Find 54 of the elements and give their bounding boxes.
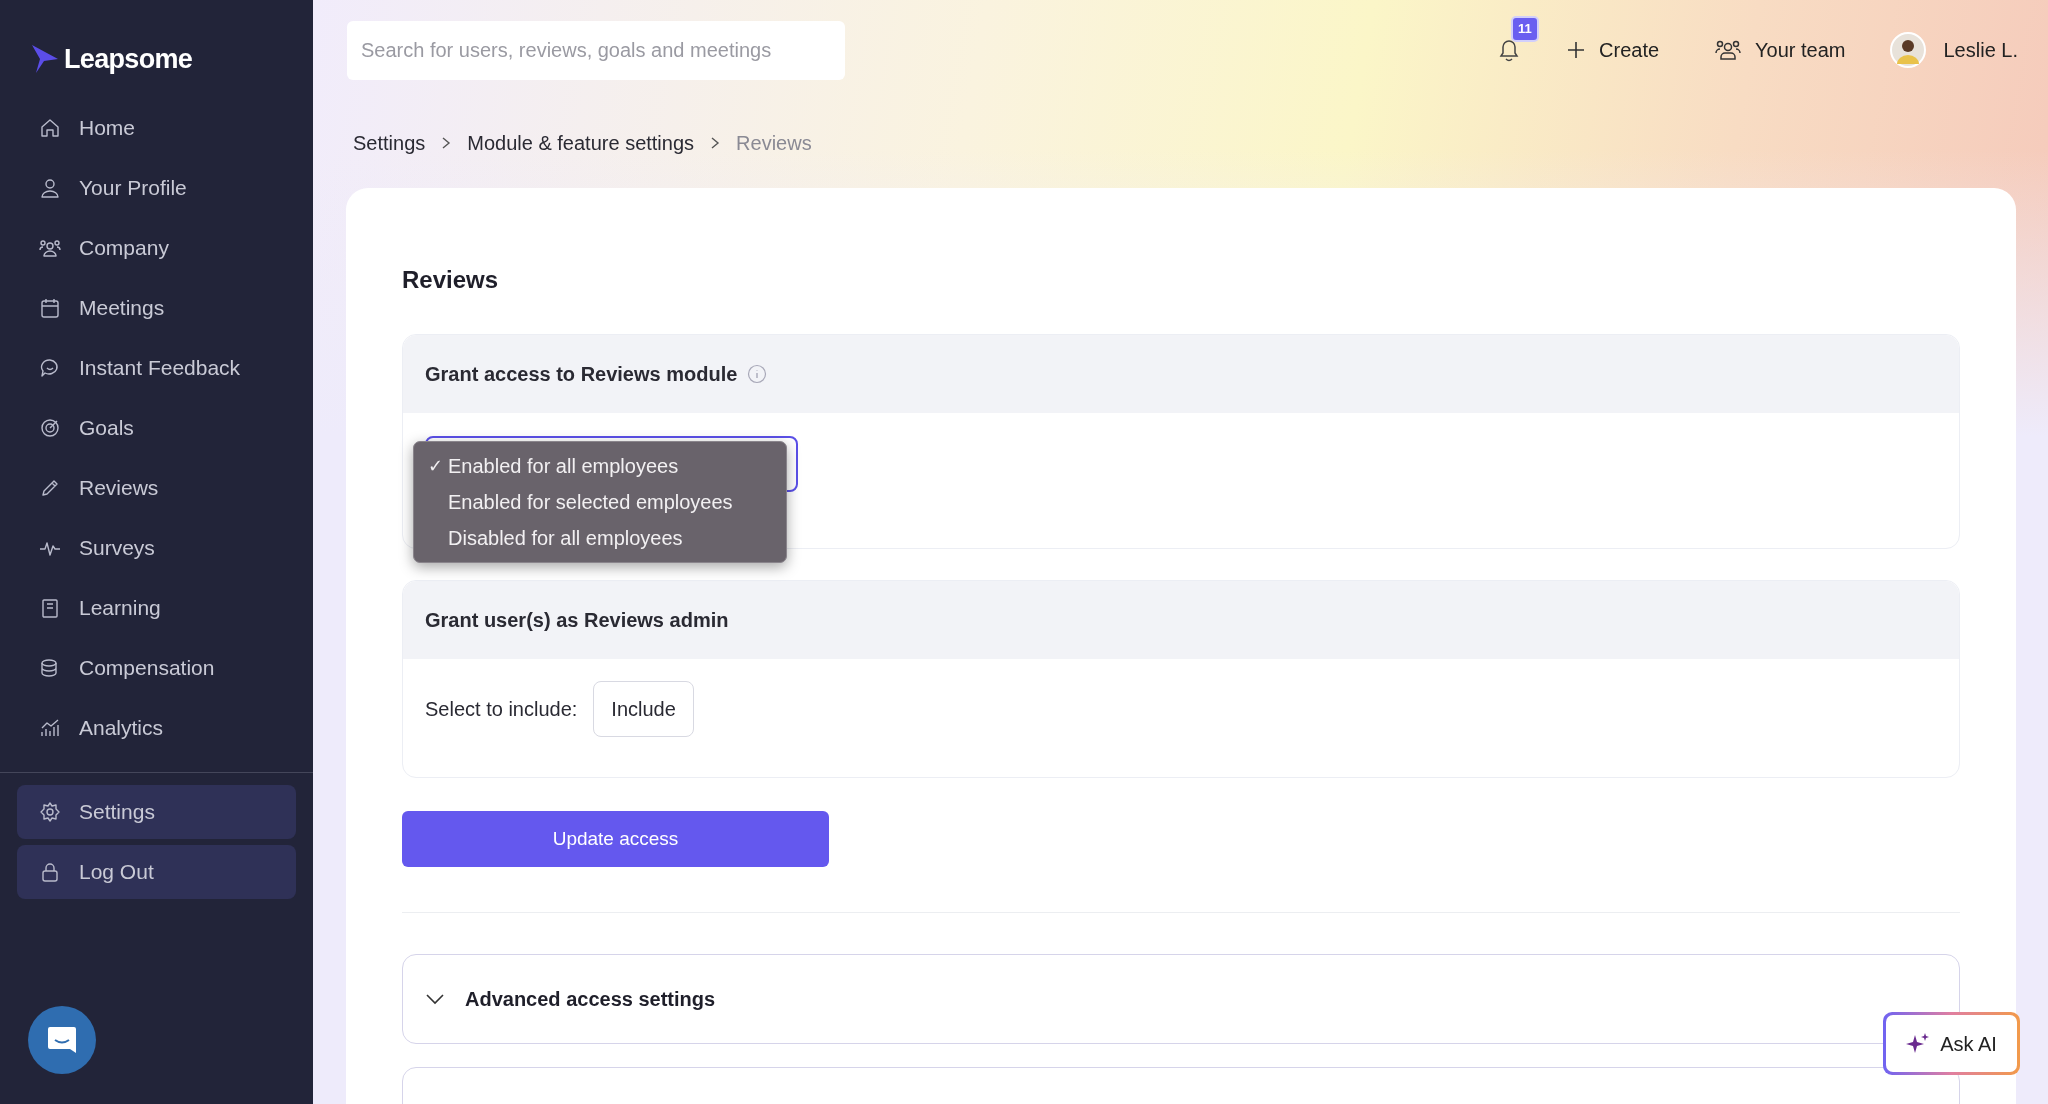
breadcrumb-link[interactable]: Module & feature settings [467,128,695,158]
chat-icon [39,357,61,379]
nav-item[interactable]: Your Profile [0,158,313,218]
include-label: Select to include: [425,697,578,722]
nav-item[interactable]: Company [0,218,313,278]
nav-item[interactable]: Learning [0,578,313,638]
nav-item[interactable]: Meetings [0,278,313,338]
lock-icon [39,861,61,883]
dropdown-option[interactable]: Enabled for selected employees [414,484,786,520]
user-menu[interactable]: Leslie L. [1889,32,2018,68]
include-button[interactable]: Include [593,681,694,737]
breadcrumb-link[interactable]: Settings [353,128,426,158]
chat-icon [46,1025,78,1055]
nav-item[interactable]: Reviews [0,458,313,518]
logo-icon [30,43,60,75]
dropdown-option[interactable]: Disabled for all employees [414,520,786,556]
breadcrumb-current: Reviews [736,131,812,156]
nav-item[interactable]: Surveys [0,518,313,578]
check-mark: ✓ [428,454,443,478]
bell-icon [1498,38,1521,62]
notification-badge: 11 [1511,16,1539,42]
chevron-right-icon [441,136,452,150]
chevron-icon [425,993,445,1005]
search-field[interactable]: Search for users, reviews, goals and meetings [347,20,845,80]
team-button[interactable]: Your team [1715,35,1846,65]
users-icon [1715,39,1742,61]
section-heading: Grant user(s) as Reviews admin [425,608,729,633]
nav-item[interactable]: Log Out [17,845,296,899]
advanced-settings-toggle[interactable]: Advanced access settings [425,984,716,1014]
section-heading: Grant access to Reviews module [425,362,738,387]
book-icon [39,597,61,619]
info-icon [747,364,768,384]
target-icon [39,417,61,439]
nav-item[interactable]: Instant Feedback [0,338,313,398]
calendar-icon [39,297,61,319]
plus-icon [1567,41,1586,59]
nav-item[interactable]: Analytics [0,698,313,758]
create-button[interactable]: Create [1567,35,1660,65]
people-icon [39,237,61,259]
chart-icon [39,717,61,739]
nav-item[interactable]: Goals [0,398,313,458]
avatar [1889,32,1926,68]
person-icon [39,177,61,199]
home-icon [39,117,61,139]
ask-ai-button[interactable]: Ask AI [1883,1012,2020,1075]
dropdown-option[interactable]: ✓ Enabled for all employees [414,448,786,484]
chevron-right-icon [710,136,721,150]
logo: Leapsome [64,42,193,76]
nav-item[interactable]: Settings [17,785,296,839]
nav-item[interactable]: Compensation [0,638,313,698]
nav-item[interactable]: Home [0,98,313,158]
update-access-button[interactable]: Update access [402,811,829,867]
page-title: Reviews [402,265,500,295]
settings-icon [39,801,61,823]
